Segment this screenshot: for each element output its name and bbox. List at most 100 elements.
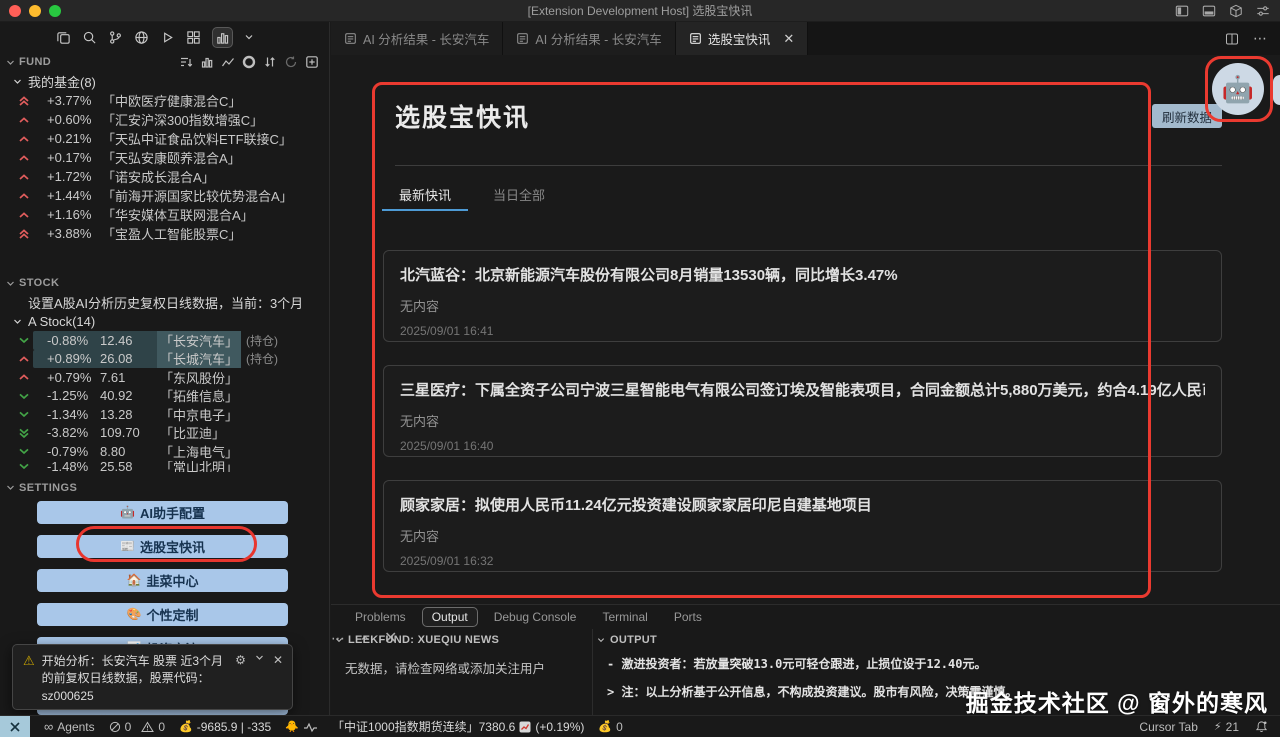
settings-sliders-icon[interactable] — [1256, 4, 1270, 18]
fund-item[interactable]: +1.16% 「华安媒体互联网混合A」 — [0, 205, 329, 224]
settings-section-header[interactable]: SETTINGS — [0, 478, 329, 498]
pane-header[interactable]: LEEKFUND: XUEQIU NEWS — [335, 631, 592, 649]
gear-icon[interactable]: ⚙ — [235, 653, 246, 667]
editor-tab[interactable]: 选股宝快讯 ✕ — [676, 22, 808, 55]
button-label: 韭菜中心 — [146, 571, 198, 590]
stock-hint[interactable]: 设置A股AI分析历史复权日线数据，当前：3个月 — [0, 293, 329, 312]
donut-icon[interactable] — [242, 55, 256, 69]
problems-status[interactable]: 0 0 — [109, 720, 165, 734]
stock-item[interactable]: -3.82% 109.70 「比亚迪」 — [0, 424, 329, 443]
stock-item[interactable]: +0.79% 7.61 「东风股份」 — [0, 368, 329, 387]
avatar[interactable]: 🤖 — [1212, 63, 1264, 115]
close-icon[interactable]: ✕ — [273, 653, 283, 667]
stock-item[interactable]: -0.79% 8.80 「上海电气」 — [0, 442, 329, 461]
fund-item[interactable]: +3.77% 「中欧医疗健康混合C」 — [0, 91, 329, 110]
leek-status[interactable]: 🐥 — [285, 720, 318, 733]
copy-icon[interactable] — [56, 30, 71, 45]
bar-chart-icon[interactable] — [200, 55, 214, 69]
trend-up-icon — [15, 116, 33, 124]
pnl-status[interactable]: 💰 -9685.9 | -335 — [179, 720, 271, 734]
fund-item[interactable]: +0.60% 「汇安沪深300指数增强C」 — [0, 110, 329, 129]
stock-section-header[interactable]: STOCK — [0, 273, 329, 293]
settings-button-个性定制[interactable]: 🎨 个性定制 — [37, 603, 288, 626]
stock-price: 25.58 — [100, 461, 160, 472]
pane-header[interactable]: OUTPUT — [597, 631, 1280, 649]
editor-tab[interactable]: AI 分析结果 - 长安汽车 — [503, 22, 675, 55]
news-card[interactable]: 顾家家居：拟使用人民币11.24亿元投资建设顾家家居印尼自建基地项目 无内容 2… — [383, 480, 1222, 572]
layout-sidebar-icon[interactable] — [1175, 4, 1189, 18]
zoom-window-button[interactable] — [49, 5, 61, 17]
fund-name: 「宝盈人工智能股票C」 — [102, 224, 241, 243]
run-icon[interactable] — [160, 30, 175, 45]
panel-tab-Output[interactable]: Output — [422, 607, 478, 627]
news-card[interactable]: 三星医疗：下属全资子公司宁波三星智能电气有限公司签订埃及智能表项目，合同金额总计… — [383, 365, 1222, 457]
globe-icon[interactable] — [134, 30, 149, 45]
power-status[interactable]: ⚡ 21 — [1214, 720, 1239, 734]
fund-item[interactable]: +1.44% 「前海开源国家比较优势混合A」 — [0, 186, 329, 205]
error-icon — [109, 721, 121, 733]
settings-button-选股宝快讯[interactable]: 📰 选股宝快讯 — [37, 535, 288, 558]
source-control-icon[interactable] — [108, 30, 123, 45]
editor-tab-bar: AI 分析结果 - 长安汽车 AI 分析结果 - 长安汽车 选股宝快讯 ✕ ⋯ — [331, 22, 1280, 55]
layout-cube-icon[interactable] — [1229, 4, 1243, 18]
news-tab-当日全部[interactable]: 当日全部 — [476, 179, 562, 211]
news-card[interactable]: 北汽蓝谷：北京新能源汽车股份有限公司8月销量13530辆，同比增长3.47% 无… — [383, 250, 1222, 342]
panel-tab-Ports[interactable]: Ports — [664, 607, 712, 627]
stock-item[interactable]: +0.89% 26.08 「长城汽车」 (持仓) — [0, 350, 329, 369]
fund-change: +1.72% — [47, 169, 102, 184]
title-bar: [Extension Development Host] 选股宝快讯 — [0, 0, 1280, 22]
panel-tab-Terminal[interactable]: Terminal — [592, 607, 657, 627]
news-tab-最新快讯[interactable]: 最新快讯 — [382, 179, 468, 211]
stock-item[interactable]: -1.34% 13.28 「中京电子」 — [0, 405, 329, 424]
edge-floating-button[interactable] — [1273, 75, 1280, 105]
coin-status[interactable]: 💰 0 — [598, 720, 622, 734]
stock-item[interactable]: -0.88% 12.46 「长安汽车」 (持仓) — [0, 331, 329, 350]
extensions-icon[interactable] — [186, 30, 201, 45]
stock-item[interactable]: -1.48% 25.58 「常山北明」 — [0, 461, 329, 472]
sort-icon[interactable] — [179, 55, 193, 69]
fund-item[interactable]: +3.88% 「宝盈人工智能股票C」 — [0, 224, 329, 243]
news-tabs: 最新快讯当日全部 — [382, 179, 1222, 211]
chevron-down-icon — [6, 58, 15, 67]
layout-panel-icon[interactable] — [1202, 4, 1216, 18]
fund-section-header[interactable]: FUND — [0, 52, 329, 72]
close-tab-icon[interactable]: ✕ — [783, 31, 794, 47]
panel-tab-Debug Console[interactable]: Debug Console — [484, 607, 587, 627]
settings-button-AI助手配置[interactable]: 🤖 AI助手配置 — [37, 501, 288, 524]
panel-tab-Problems[interactable]: Problems — [345, 607, 416, 627]
split-editor-icon[interactable] — [1225, 32, 1239, 46]
index-ticker[interactable]: 「中证1000指数期货连续」7380.6 (+0.19%) — [332, 718, 584, 735]
fund-item[interactable]: +1.72% 「诺安成长混合A」 — [0, 167, 329, 186]
editor-tab[interactable]: AI 分析结果 - 长安汽车 — [331, 22, 503, 55]
fund-item[interactable]: +0.17% 「天弘安康颐养混合A」 — [0, 148, 329, 167]
more-actions-icon[interactable]: ⋯ — [1253, 30, 1268, 47]
stock-name: 「长城汽车」 — [157, 349, 241, 368]
bell-icon[interactable] — [1255, 720, 1268, 733]
refresh-data-button[interactable]: 刷新数据 — [1152, 104, 1222, 128]
chevron-down-icon[interactable] — [255, 653, 264, 662]
stock-group-row[interactable]: A Stock(14) — [0, 312, 329, 331]
arrows-icon[interactable] — [263, 55, 277, 69]
line-chart-icon[interactable] — [221, 55, 235, 69]
chevron-down-icon[interactable] — [244, 32, 254, 42]
remote-indicator[interactable] — [0, 716, 30, 737]
fund-name: 「中欧医疗健康混合C」 — [102, 91, 241, 110]
stock-chart-icon[interactable] — [212, 27, 233, 48]
close-window-button[interactable] — [9, 5, 21, 17]
refresh-icon[interactable] — [284, 55, 298, 69]
settings-button-韭菜中心[interactable]: 🏠 韭菜中心 — [37, 569, 288, 592]
minimize-window-button[interactable] — [29, 5, 41, 17]
news-timestamp: 2025/09/01 16:32 — [400, 554, 1205, 568]
fund-item[interactable]: +0.21% 「天弘中证食品饮料ETF联接C」 — [0, 129, 329, 148]
fund-group-row[interactable]: 我的基金(8) — [0, 72, 329, 91]
holding-tag: (持仓) — [246, 332, 278, 349]
stock-item[interactable]: -1.25% 40.92 「拓维信息」 — [0, 387, 329, 406]
fund-change: +0.17% — [47, 150, 102, 165]
add-icon[interactable] — [305, 55, 319, 69]
trend-up-double-icon — [15, 228, 33, 240]
lightning-icon: ⚡ — [1214, 720, 1222, 733]
search-icon[interactable] — [82, 30, 97, 45]
agents-status[interactable]: ∞ Agents — [44, 719, 95, 734]
cursor-tab-status[interactable]: Cursor Tab — [1139, 720, 1197, 734]
trend-up-icon — [15, 154, 33, 162]
